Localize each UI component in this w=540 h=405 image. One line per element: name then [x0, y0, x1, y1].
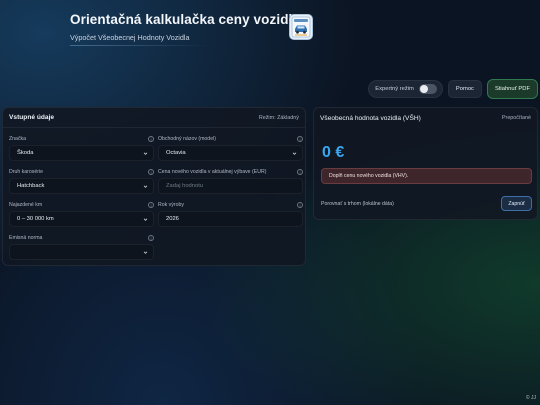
info-icon[interactable]: i: [148, 136, 154, 142]
chevron-down-icon: [143, 184, 148, 188]
new-price-placeholder: Zadaj hodnotu: [166, 183, 204, 189]
brand-label: Značka: [9, 136, 27, 142]
year-value: 2026: [166, 216, 179, 222]
market-compare-label: Porovnať s trhom (lokálne dáta): [321, 200, 394, 207]
input-card: Vstupné údaje Režim: Základný Značka i Š…: [2, 107, 306, 266]
mileage-label: Najazdené km: [9, 202, 43, 208]
input-card-header: Vstupné údaje Režim: Základný: [3, 108, 305, 128]
help-button[interactable]: Pomoc: [447, 80, 482, 98]
chevron-down-icon: [143, 151, 148, 155]
info-icon[interactable]: i: [297, 136, 303, 142]
copyright-note: © JJ: [525, 395, 536, 401]
chevron-down-icon: [143, 217, 148, 221]
enable-compare-button[interactable]: Zapnúť: [501, 196, 532, 211]
info-icon[interactable]: i: [297, 202, 303, 208]
result-card-header: Všeobecná hodnota vozidla (VŠH) Prepočít…: [314, 108, 537, 128]
info-icon[interactable]: i: [148, 202, 154, 208]
brand-value: Škoda: [17, 150, 34, 156]
expert-mode-switch[interactable]: [418, 84, 437, 94]
info-icon[interactable]: i: [148, 235, 154, 241]
chevron-down-icon: [143, 250, 148, 254]
emission-select[interactable]: [9, 244, 154, 260]
model-label: Obchodný názov (model): [158, 136, 216, 142]
year-field: Rok výroby i 2026: [158, 201, 303, 227]
body-type-field: Druh karosérie i Hatchback: [9, 168, 154, 194]
download-pdf-button[interactable]: Stiahnuť PDF: [486, 79, 538, 99]
info-icon[interactable]: i: [297, 169, 303, 175]
model-value: Octavia: [166, 150, 186, 156]
missing-price-alert: Doplň cenu nového vozidla (VHV).: [321, 168, 532, 184]
info-icon[interactable]: i: [148, 169, 154, 175]
new-price-field: Cena nového vozidla v aktuálnej výbave (…: [158, 168, 303, 194]
recalculated-status: Prepočítané: [501, 115, 531, 121]
model-select[interactable]: Octavia: [158, 145, 303, 161]
year-label: Rok výroby: [158, 202, 184, 208]
body-type-value: Hatchback: [17, 183, 45, 189]
model-field: Obchodný názov (model) i Octavia: [158, 135, 303, 161]
body-type-select[interactable]: Hatchback: [9, 178, 154, 194]
subtitle-underline: [70, 45, 210, 46]
vehicle-value: 0 €: [322, 144, 345, 161]
mode-indicator: Režim: Základný: [258, 114, 299, 121]
brand-field: Značka i Škoda: [9, 135, 154, 161]
expert-mode-label: Expertný režim: [375, 86, 414, 92]
toolbar: Expertný režim Pomoc Stiahnuť PDF: [368, 79, 538, 99]
brand-select[interactable]: Škoda: [9, 145, 154, 161]
mileage-select[interactable]: 0 – 30 000 km: [9, 211, 154, 227]
car-document-icon: [289, 14, 313, 40]
body-type-label: Druh karosérie: [9, 169, 44, 175]
expert-mode-toggle[interactable]: Expertný režim: [368, 80, 443, 98]
emission-label: Emisná norma: [9, 235, 43, 241]
new-price-input[interactable]: Zadaj hodnotu: [158, 178, 303, 194]
mileage-field: Najazdené km i 0 – 30 000 km: [9, 201, 154, 227]
mileage-value: 0 – 30 000 km: [17, 216, 54, 222]
switch-knob: [419, 85, 428, 93]
new-price-label: Cena nového vozidla v aktuálnej výbave (…: [158, 169, 267, 175]
emission-field: Emisná norma i: [9, 234, 154, 260]
year-input[interactable]: 2026: [158, 211, 303, 227]
chevron-down-icon: [292, 151, 297, 155]
market-compare-row: Porovnať s trhom (lokálne dáta) Zapnúť: [321, 196, 532, 211]
input-card-title: Vstupné údaje: [9, 114, 55, 121]
result-card-title: Všeobecná hodnota vozidla (VŠH): [320, 114, 421, 122]
result-card: Všeobecná hodnota vozidla (VŠH) Prepočít…: [313, 107, 538, 220]
